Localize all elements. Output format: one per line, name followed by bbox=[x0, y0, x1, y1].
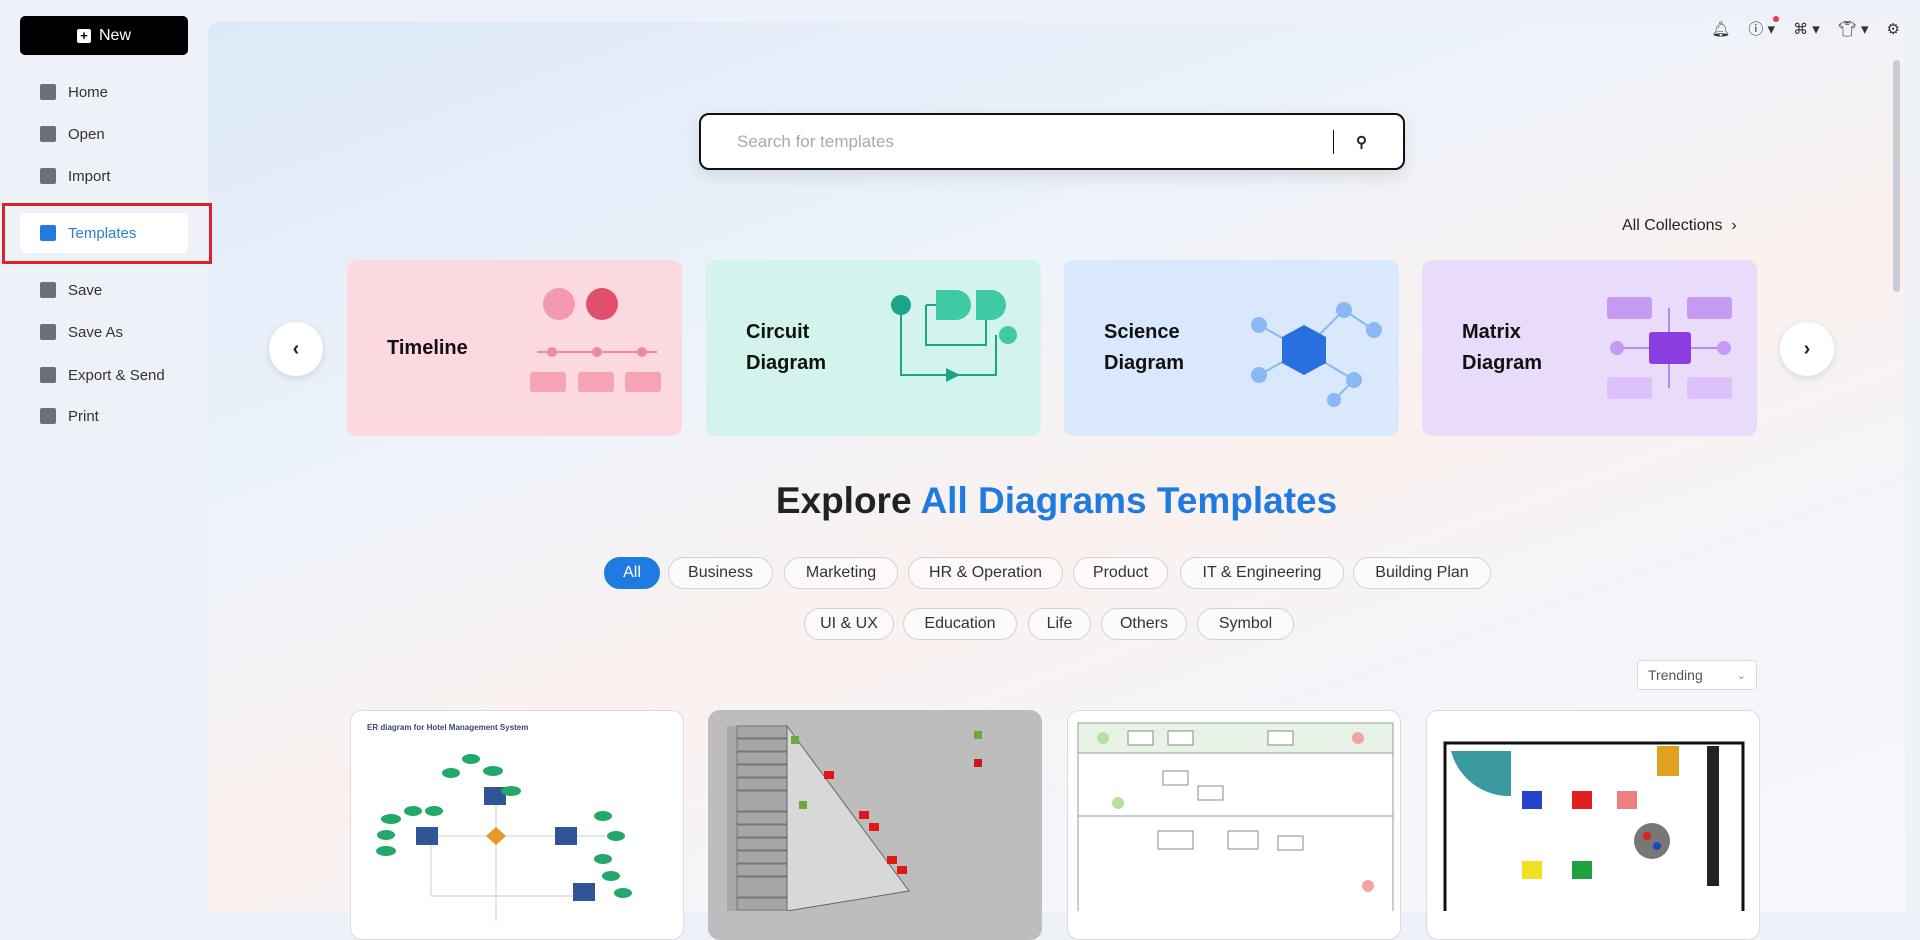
filter-business[interactable]: Business bbox=[668, 557, 773, 589]
matrix-thumbnail bbox=[727, 724, 982, 916]
floor-plan-thumbnail bbox=[1443, 741, 1745, 925]
divider bbox=[1333, 129, 1334, 154]
filter-product[interactable]: Product bbox=[1073, 557, 1168, 589]
card-title: Timeline bbox=[387, 336, 468, 359]
carousel-next-button[interactable]: › bbox=[1780, 322, 1834, 376]
plus-icon: + bbox=[76, 28, 91, 43]
search-input[interactable] bbox=[737, 131, 1333, 152]
filter-others[interactable]: Others bbox=[1101, 608, 1187, 640]
card-title: Matrix Diagram bbox=[1462, 321, 1543, 374]
heading-prefix: Explore bbox=[775, 480, 921, 521]
filter-building-plan[interactable]: Building Plan bbox=[1353, 557, 1491, 589]
import-icon bbox=[40, 168, 56, 184]
help-icon[interactable]: ⓘ ▾ bbox=[1748, 16, 1780, 39]
er-diagram-thumbnail bbox=[376, 754, 632, 921]
timeline-illustration bbox=[530, 288, 661, 392]
sidebar-item-label: Export & Send bbox=[68, 366, 165, 384]
sidebar-item-label: Save bbox=[68, 281, 103, 299]
sidebar-item-label: Print bbox=[68, 407, 99, 425]
carousel-prev-button[interactable]: ‹ bbox=[269, 322, 323, 376]
file-icon bbox=[40, 126, 56, 142]
top-toolbar: 🔔︎ ⓘ ▾ ⌘ ▾ 👕︎ ▾ ⚙ bbox=[1711, 16, 1900, 39]
filter-hr-operation[interactable]: HR & Operation bbox=[908, 557, 1063, 589]
sidebar-item-home[interactable]: Home bbox=[20, 72, 188, 112]
matrix-illustration bbox=[1607, 297, 1732, 399]
sidebar-item-save-as[interactable]: Save As bbox=[20, 312, 188, 352]
heading-highlight: All Diagrams Templates bbox=[920, 480, 1338, 521]
highlight-box bbox=[2, 203, 212, 264]
filter-ui-ux[interactable]: UI & UX bbox=[804, 608, 894, 640]
filter-it-engineering[interactable]: IT & Engineering bbox=[1180, 557, 1344, 589]
sidebar-item-print[interactable]: Print bbox=[20, 396, 188, 436]
collection-card-circuit-diagram[interactable]: Circuit Diagram bbox=[706, 260, 1041, 436]
filter-symbol[interactable]: Symbol bbox=[1197, 608, 1294, 640]
new-button[interactable]: + New bbox=[20, 16, 188, 55]
sidebar-item-open[interactable]: Open bbox=[20, 114, 188, 154]
sort-selected: Trending bbox=[1648, 667, 1703, 683]
filter-education[interactable]: Education bbox=[903, 608, 1017, 640]
sidebar-item-save[interactable]: Save bbox=[20, 270, 188, 310]
circuit-illustration bbox=[891, 290, 1017, 382]
sidebar-item-import[interactable]: Import bbox=[20, 156, 188, 196]
flowchart-thumbnail bbox=[1077, 722, 1394, 914]
chevron-down-icon: ⌄ bbox=[1736, 669, 1746, 682]
sidebar-item-label: Home bbox=[68, 83, 109, 101]
sort-dropdown[interactable]: Trending ⌄ bbox=[1637, 660, 1757, 690]
explore-heading: Explore All Diagrams Templates bbox=[208, 480, 1905, 522]
new-label: New bbox=[98, 26, 131, 44]
bell-icon[interactable]: 🔔︎ bbox=[1711, 20, 1730, 38]
print-icon bbox=[40, 408, 56, 424]
all-collections-link[interactable]: All Collections › bbox=[1622, 217, 1737, 235]
settings-icon[interactable]: ⚙ bbox=[1887, 20, 1900, 38]
sidebar-item-label: Import bbox=[68, 167, 111, 185]
save-as-icon bbox=[40, 324, 56, 340]
collection-card-science-diagram[interactable]: Science Diagram bbox=[1064, 260, 1399, 436]
card-title: Circuit Diagram bbox=[746, 321, 827, 374]
sidebar-item-label: Open bbox=[68, 125, 105, 143]
search-icon[interactable]: ⚲ bbox=[1356, 133, 1367, 151]
save-icon bbox=[40, 282, 56, 298]
sidebar-item-label: Save As bbox=[68, 323, 124, 341]
apps-icon[interactable]: ⌘ ▾ bbox=[1793, 20, 1820, 38]
science-illustration bbox=[1251, 302, 1382, 407]
export-icon bbox=[40, 367, 56, 383]
theme-icon[interactable]: 👕︎ ▾ bbox=[1838, 20, 1869, 38]
sidebar-item-export[interactable]: Export & Send bbox=[20, 355, 188, 395]
filter-life[interactable]: Life bbox=[1028, 608, 1091, 640]
all-collections-label: All Collections bbox=[1622, 217, 1723, 234]
scrollbar[interactable] bbox=[1893, 60, 1900, 292]
collection-card-timeline[interactable]: Timeline bbox=[347, 260, 682, 436]
template-card[interactable]: ER diagram for Hotel Management System bbox=[350, 710, 684, 940]
template-card[interactable] bbox=[708, 710, 1042, 940]
card-title: Science Diagram bbox=[1104, 321, 1185, 374]
filter-all[interactable]: All bbox=[604, 557, 660, 589]
collection-card-matrix-diagram[interactable]: Matrix Diagram bbox=[1422, 260, 1757, 436]
template-card[interactable] bbox=[1426, 710, 1760, 940]
search-bar: ⚲ bbox=[699, 113, 1405, 170]
filter-marketing[interactable]: Marketing bbox=[784, 557, 898, 589]
home-icon bbox=[40, 84, 56, 100]
template-card[interactable] bbox=[1067, 710, 1401, 940]
